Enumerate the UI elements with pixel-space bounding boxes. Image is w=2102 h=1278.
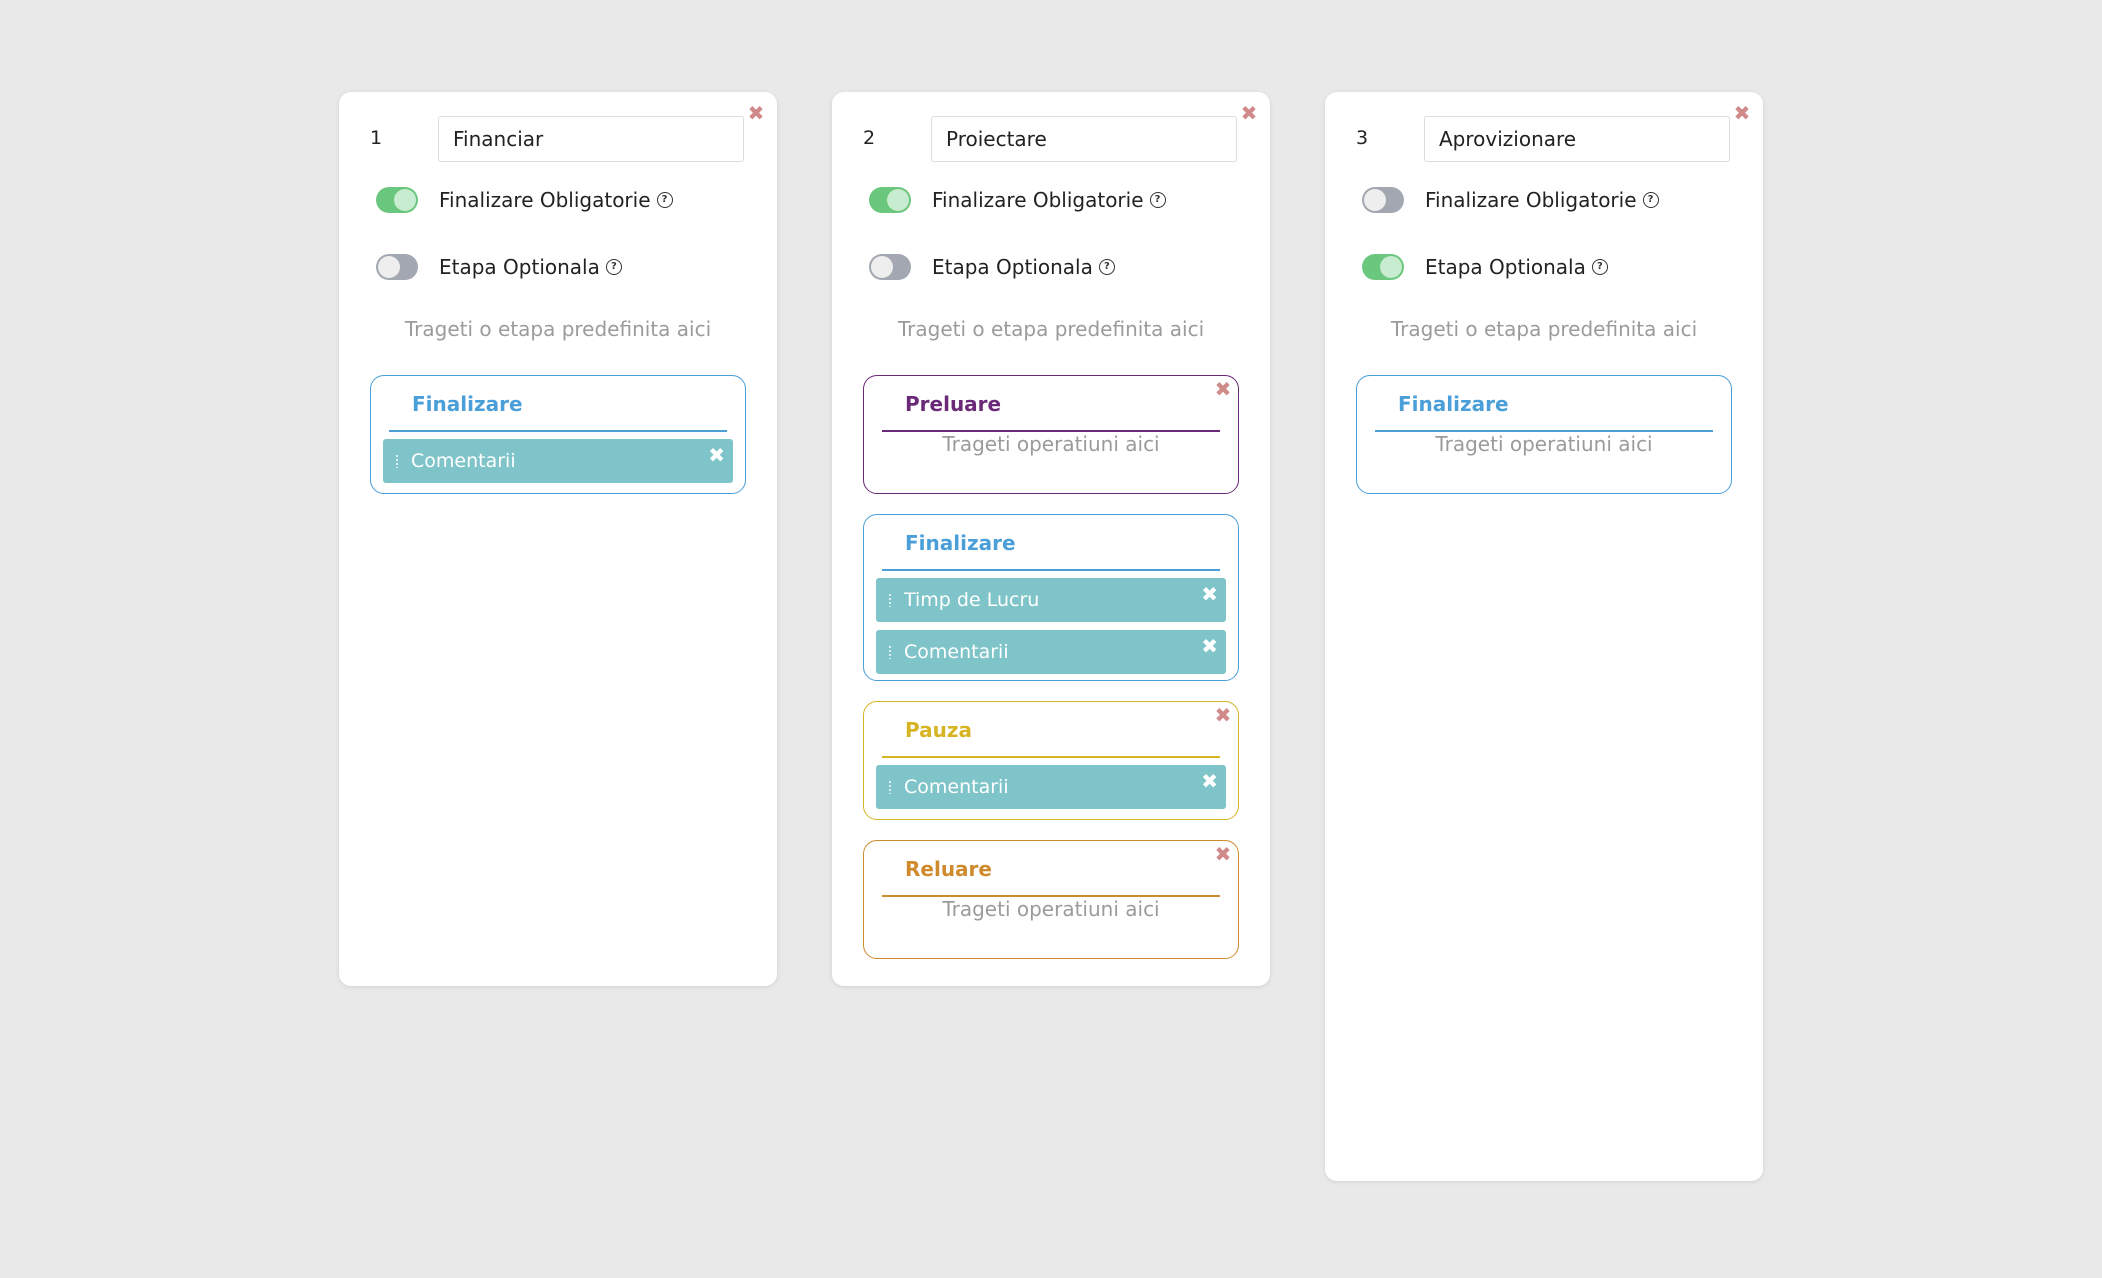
drop-zone-hint[interactable]: Trageti o etapa predefinita aici [339,317,777,341]
stage-name-input[interactable] [931,116,1237,162]
drag-handle-icon[interactable] [395,454,399,468]
stage-title: Pauza [905,718,972,742]
help-circle-icon[interactable]: ? [1591,259,1608,275]
card-number: 3 [1356,127,1369,149]
close-icon[interactable]: ✖ [708,443,725,467]
drop-zone-hint[interactable]: Trageti o etapa predefinita aici [1325,317,1763,341]
stage-card-3: ✖ 3 Finalizare Obligatorie ? Etapa Optio… [1325,92,1763,1181]
operations-drop-hint[interactable]: Trageti operatiuni aici [864,897,1238,921]
operation-label: Comentarii [411,450,516,472]
help-circle-icon[interactable]: ? [1098,259,1115,275]
etapa-optionala-toggle[interactable] [1362,254,1404,280]
close-icon[interactable]: ✖ [1201,769,1218,793]
card-number: 1 [370,127,383,149]
drag-handle-icon[interactable] [888,780,892,794]
toggle-knob [887,189,909,211]
finalizare-obligatorie-label: Finalizare Obligatorie [932,188,1144,212]
close-icon[interactable]: ✖ [1212,843,1234,865]
close-icon[interactable]: ✖ [1201,634,1218,658]
etapa-optionala-toggle[interactable] [869,254,911,280]
operation-item[interactable]: Timp de Lucru ✖ [876,578,1226,622]
drag-handle-icon[interactable] [888,645,892,659]
finalizare-obligatorie-toggle[interactable] [376,187,418,213]
etapa-optionala-label: Etapa Optionala [1425,255,1586,279]
toggle-knob [394,189,416,211]
stage-block-preluare[interactable]: ✖ Preluare Trageti operatiuni aici [863,375,1239,494]
stage-block-finalizare[interactable]: Finalizare Timp de Lucru ✖ Comentarii ✖ [863,514,1239,681]
finalizare-obligatorie-row: Finalizare Obligatorie ? [1362,187,1659,213]
stage-title: Finalizare [412,392,523,416]
finalizare-obligatorie-toggle[interactable] [869,187,911,213]
close-icon[interactable]: ✖ [1201,582,1218,606]
operation-item[interactable]: Comentarii ✖ [876,630,1226,674]
toggle-knob [1380,256,1402,278]
stage-block-finalizare[interactable]: Finalizare Comentarii ✖ [370,375,746,494]
etapa-optionala-row: Etapa Optionala ? [869,254,1115,280]
stage-block-finalizare[interactable]: Finalizare Trageti operatiuni aici [1356,375,1732,494]
stage-title: Preluare [905,392,1002,416]
toggle-knob [1364,189,1386,211]
finalizare-obligatorie-label: Finalizare Obligatorie [439,188,651,212]
help-circle-icon[interactable]: ? [1149,192,1166,208]
operation-label: Comentarii [904,776,1009,798]
stage-block-pauza[interactable]: ✖ Pauza Comentarii ✖ [863,701,1239,820]
help-circle-icon[interactable]: ? [605,259,622,275]
stage-title: Reluare [905,857,992,881]
finalizare-obligatorie-row: Finalizare Obligatorie ? [376,187,673,213]
etapa-optionala-toggle[interactable] [376,254,418,280]
close-icon[interactable]: ✖ [745,102,767,124]
etapa-optionala-label: Etapa Optionala [439,255,600,279]
operations-drop-hint[interactable]: Trageti operatiuni aici [1357,432,1731,456]
toggle-knob [378,256,400,278]
stage-block-reluare[interactable]: ✖ Reluare Trageti operatiuni aici [863,840,1239,959]
operation-label: Timp de Lucru [904,589,1040,611]
operation-label: Comentarii [904,641,1009,663]
close-icon[interactable]: ✖ [1212,378,1234,400]
drop-zone-hint[interactable]: Trageti o etapa predefinita aici [832,317,1270,341]
help-circle-icon[interactable]: ? [1642,192,1659,208]
close-icon[interactable]: ✖ [1238,102,1260,124]
divider [389,430,727,432]
drag-handle-icon[interactable] [888,593,892,607]
finalizare-obligatorie-label: Finalizare Obligatorie [1425,188,1637,212]
divider [882,756,1220,758]
operations-drop-hint[interactable]: Trageti operatiuni aici [864,432,1238,456]
help-circle-icon[interactable]: ? [656,192,673,208]
etapa-optionala-row: Etapa Optionala ? [1362,254,1608,280]
finalizare-obligatorie-toggle[interactable] [1362,187,1404,213]
close-icon[interactable]: ✖ [1212,704,1234,726]
finalizare-obligatorie-row: Finalizare Obligatorie ? [869,187,1166,213]
etapa-optionala-row: Etapa Optionala ? [376,254,622,280]
toggle-knob [871,256,893,278]
stage-title: Finalizare [1398,392,1509,416]
card-number: 2 [863,127,876,149]
close-icon[interactable]: ✖ [1731,102,1753,124]
stage-name-input[interactable] [1424,116,1730,162]
stage-card-2: ✖ 2 Finalizare Obligatorie ? Etapa Optio… [832,92,1270,986]
stage-card-1: ✖ 1 Finalizare Obligatorie ? Etapa Optio… [339,92,777,986]
divider [882,569,1220,571]
operation-item[interactable]: Comentarii ✖ [383,439,733,483]
etapa-optionala-label: Etapa Optionala [932,255,1093,279]
stage-title: Finalizare [905,531,1016,555]
stage-name-input[interactable] [438,116,744,162]
operation-item[interactable]: Comentarii ✖ [876,765,1226,809]
